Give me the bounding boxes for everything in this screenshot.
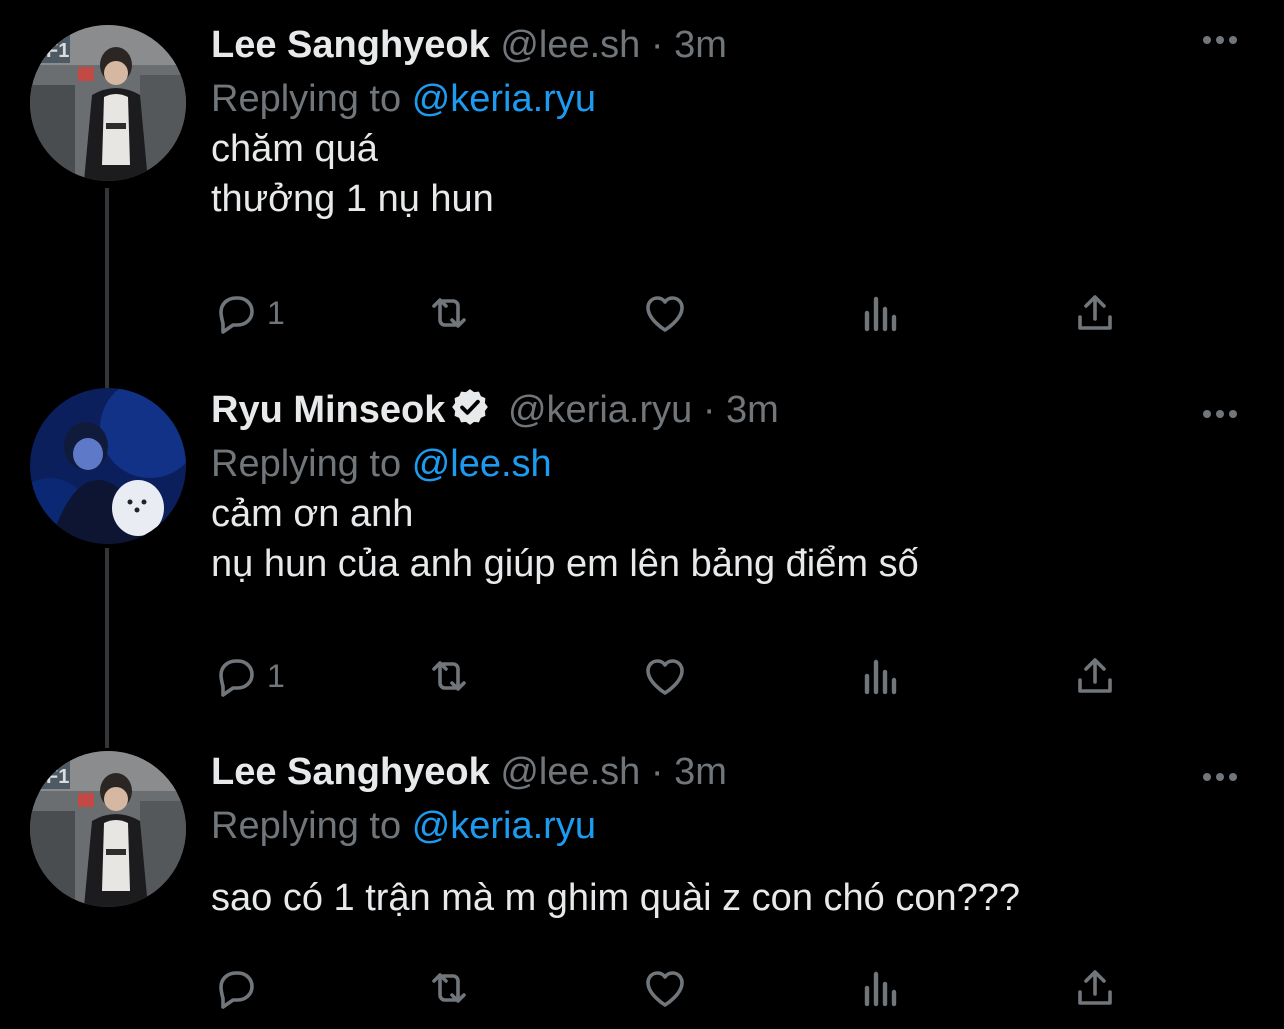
mention-link[interactable]: @lee.sh	[412, 443, 552, 485]
more-icon[interactable]	[1200, 30, 1240, 50]
retweet-button[interactable]	[425, 288, 473, 338]
views-button[interactable]	[857, 963, 905, 1013]
retweet-button[interactable]	[425, 651, 473, 701]
replying-to-label: Replying to	[211, 78, 402, 120]
tweet-text: sao có 1 trận mà m ghim quài z con chó c…	[211, 873, 1020, 923]
timestamp[interactable]: 3m	[726, 389, 779, 431]
replying-to-label: Replying to	[211, 805, 402, 847]
retweet-icon	[432, 298, 466, 328]
views-icon	[864, 296, 897, 332]
timestamp[interactable]: 3m	[674, 751, 727, 793]
tweet-actions: 1	[211, 288, 1151, 338]
share-icon	[1078, 970, 1112, 1005]
tweet-text: cảm ơn anh nụ hun của anh giúp em lên bả…	[211, 489, 919, 589]
views-button[interactable]	[857, 651, 905, 701]
avatar[interactable]: F1	[30, 25, 186, 181]
retweet-icon	[432, 661, 466, 691]
replying-to: Replying to @keria.ryu	[211, 74, 596, 124]
svg-text:F1: F1	[46, 766, 69, 788]
avatar[interactable]	[30, 388, 186, 544]
like-button[interactable]	[641, 963, 689, 1013]
replying-to-label: Replying to	[211, 443, 402, 485]
views-button[interactable]	[857, 288, 905, 338]
reply-icon	[219, 296, 254, 334]
tweet-header: Lee Sanghyeok @lee.sh · 3m	[211, 747, 727, 797]
timestamp[interactable]: 3m	[674, 24, 727, 66]
reply-button[interactable]: 1	[211, 651, 285, 701]
tweet-header: Lee Sanghyeok @lee.sh · 3m	[211, 20, 727, 70]
tweet-text: chăm quá thưởng 1 nụ hun	[211, 124, 494, 224]
tweet-text-line: nụ hun của anh giúp em lên bảng điểm số	[211, 543, 919, 585]
like-icon	[646, 971, 684, 1007]
display-name[interactable]: Lee Sanghyeok	[211, 24, 490, 66]
tweet-actions	[211, 963, 1151, 1013]
views-icon	[864, 971, 897, 1007]
more-icon[interactable]	[1200, 767, 1240, 787]
share-button[interactable]	[1071, 651, 1119, 701]
retweet-icon	[432, 973, 466, 1003]
user-handle[interactable]: @lee.sh	[500, 751, 640, 793]
tweet-header: Ryu Minseok @keria.ryu · 3m	[211, 385, 779, 435]
tweet-text-line: chăm quá	[211, 128, 378, 170]
share-icon	[1078, 658, 1112, 693]
avatar[interactable]: F1	[30, 751, 186, 907]
mention-link[interactable]: @keria.ryu	[412, 78, 596, 120]
reply-button[interactable]	[211, 963, 259, 1013]
separator-dot: ·	[650, 751, 664, 793]
like-button[interactable]	[641, 651, 689, 701]
verified-badge-icon	[452, 389, 489, 425]
share-icon	[1078, 295, 1112, 330]
tweet-text-line: sao có 1 trận mà m ghim quài z con chó c…	[211, 877, 1021, 919]
more-icon[interactable]	[1200, 404, 1240, 424]
svg-text:F1: F1	[46, 40, 69, 62]
reply-count: 1	[267, 294, 285, 331]
reply-count: 1	[267, 657, 285, 694]
separator-dot: ·	[650, 24, 664, 66]
display-name[interactable]: Lee Sanghyeok	[211, 751, 490, 793]
mention-link[interactable]: @keria.ryu	[412, 805, 596, 847]
reply-button[interactable]: 1	[211, 288, 285, 338]
separator-dot: ·	[702, 389, 716, 431]
like-button[interactable]	[641, 288, 689, 338]
replying-to: Replying to @keria.ryu	[211, 801, 596, 851]
tweet-text-line: thưởng 1 nụ hun	[211, 178, 494, 220]
share-button[interactable]	[1071, 963, 1119, 1013]
user-handle[interactable]: @keria.ryu	[508, 389, 692, 431]
user-handle[interactable]: @lee.sh	[500, 24, 640, 66]
like-icon	[646, 659, 684, 695]
display-name[interactable]: Ryu Minseok	[211, 389, 445, 431]
thread-line	[105, 188, 109, 388]
replying-to: Replying to @lee.sh	[211, 439, 552, 489]
reply-icon	[219, 971, 254, 1009]
retweet-button[interactable]	[425, 963, 473, 1013]
tweet-actions: 1	[211, 651, 1151, 701]
like-icon	[646, 296, 684, 332]
tweet-text-line: cảm ơn anh	[211, 493, 414, 535]
share-button[interactable]	[1071, 288, 1119, 338]
reply-icon	[219, 659, 254, 697]
views-icon	[864, 659, 897, 695]
thread-line	[105, 548, 109, 748]
